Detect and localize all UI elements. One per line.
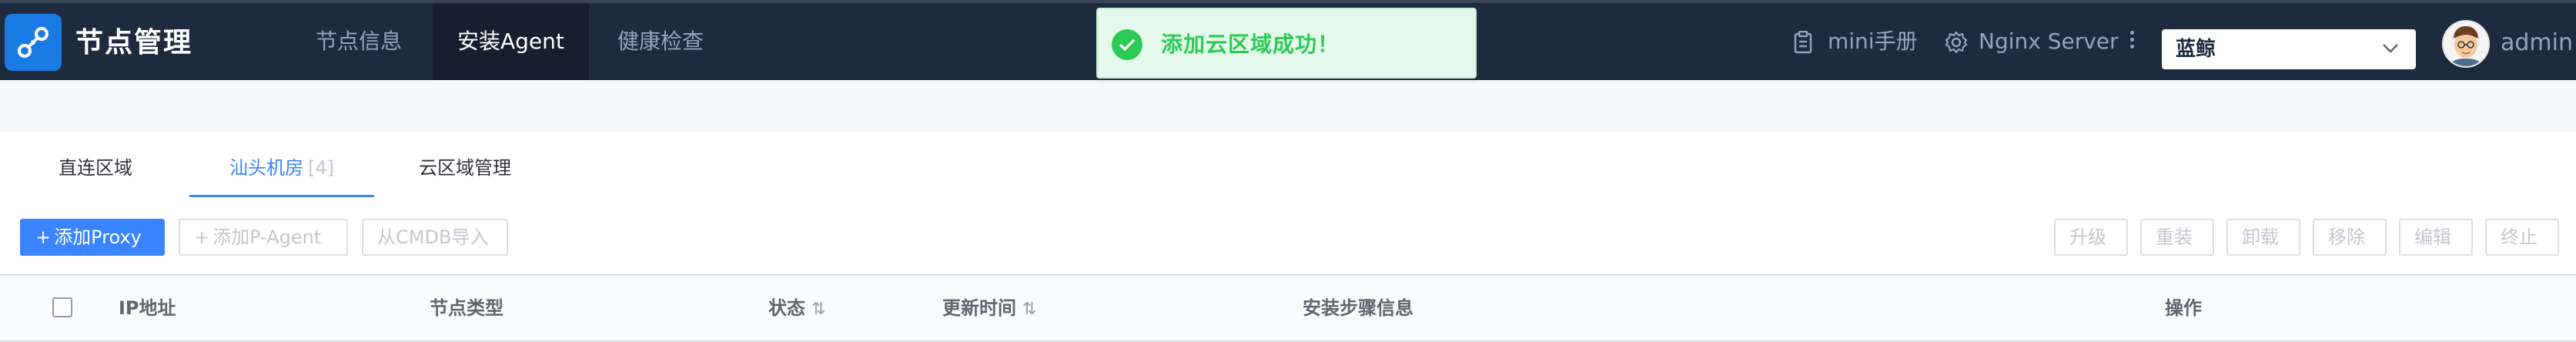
edit-button[interactable]: 编辑 (2399, 219, 2473, 256)
check-circle-icon (1112, 29, 1142, 60)
sort-icon[interactable]: ⇅ (1022, 300, 1036, 319)
reinstall-button[interactable]: 重装 (2140, 219, 2214, 256)
plus-icon: + (35, 226, 52, 248)
tab-label: 汕头机房 (229, 157, 303, 179)
column-update-time-label: 更新时间 (942, 297, 1016, 319)
upgrade-button[interactable]: 升级 (2054, 219, 2128, 256)
more-vertical-icon[interactable] (2128, 31, 2136, 52)
region-tabs: 直连区域 汕头机房 [4] 云区域管理 (0, 132, 2576, 203)
add-proxy-label: 添加Proxy (54, 226, 142, 248)
uninstall-button[interactable]: 卸载 (2226, 219, 2300, 256)
manual-link[interactable]: mini手册 (1794, 3, 1925, 80)
terminate-button[interactable]: 终止 (2485, 219, 2559, 256)
add-pagent-label: 添加P-Agent (212, 226, 322, 248)
avatar[interactable] (2442, 20, 2490, 68)
tab-label: 直连区域 (59, 157, 132, 179)
select-all-checkbox[interactable] (52, 297, 72, 317)
app-root: 节点管理 节点信息 安装Agent 健康检查 mini手册 Nginx Serv… (0, 0, 2576, 342)
server-link[interactable]: Nginx Server (1945, 3, 2122, 80)
tab-label: 云区域管理 (419, 157, 511, 179)
column-actions: 操作 (2165, 297, 2202, 319)
column-install-steps: 安装步骤信息 (1303, 297, 1413, 319)
column-status[interactable]: 状态 ⇅ (768, 276, 825, 342)
server-label: Nginx Server (1979, 28, 2119, 54)
tab-cloud-region-manage[interactable]: 云区域管理 (419, 132, 511, 203)
user-name[interactable]: admin (2501, 3, 2573, 83)
remove-button[interactable]: 移除 (2313, 219, 2387, 256)
column-status-label: 状态 (768, 297, 805, 319)
cmdb-import-button[interactable]: 从CMDB导入 (362, 219, 508, 256)
nav-node-info[interactable]: 节点信息 (291, 3, 427, 80)
chevron-down-icon (2383, 44, 2398, 53)
add-pagent-button[interactable]: + 添加P-Agent (179, 219, 348, 256)
nav-install-agent[interactable]: 安装Agent (433, 3, 589, 80)
business-select[interactable]: 蓝鲸 (2162, 29, 2416, 69)
table-header: IP地址 节点类型 状态 ⇅ 更新时间 ⇅ 安装步骤信息 操作 (0, 274, 2576, 342)
app-logo-icon[interactable] (5, 14, 62, 71)
toast-message: 添加云区域成功！ (1161, 32, 1340, 57)
nav-health-check[interactable]: 健康检查 (593, 3, 728, 80)
plus-icon: + (194, 226, 210, 248)
user-avatar-icon (2444, 22, 2488, 66)
business-select-value: 蓝鲸 (2176, 38, 2216, 61)
tab-direct-region[interactable]: 直连区域 (59, 132, 132, 203)
manual-label: mini手册 (1828, 28, 1918, 54)
clipboard-icon (1794, 31, 1812, 54)
tab-shantou-room[interactable]: 汕头机房 [4] (189, 132, 374, 203)
column-ip-address: IP地址 (119, 297, 176, 319)
column-update-time[interactable]: 更新时间 ⇅ (942, 276, 1036, 342)
tab-count-badge: [4] (308, 157, 334, 179)
column-node-type: 节点类型 (430, 297, 503, 319)
gear-icon (1945, 31, 1968, 54)
success-toast: 添加云区域成功！ (1096, 8, 1477, 79)
main-panel: 直连区域 汕头机房 [4] 云区域管理 + 添加Proxy + 添加P-Agent 从… (0, 132, 2576, 342)
app-title: 节点管理 (75, 27, 193, 59)
add-proxy-button[interactable]: + 添加Proxy (20, 219, 165, 256)
sort-icon[interactable]: ⇅ (811, 300, 825, 319)
